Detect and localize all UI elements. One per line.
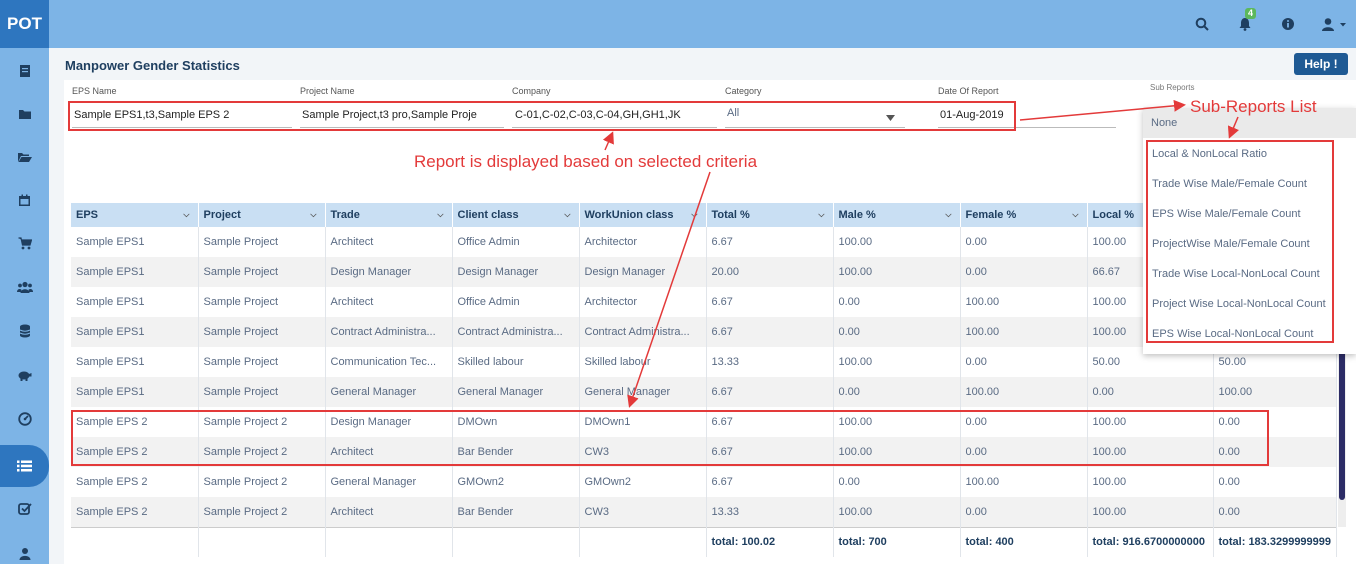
annotation-arrows	[602, 99, 1240, 408]
